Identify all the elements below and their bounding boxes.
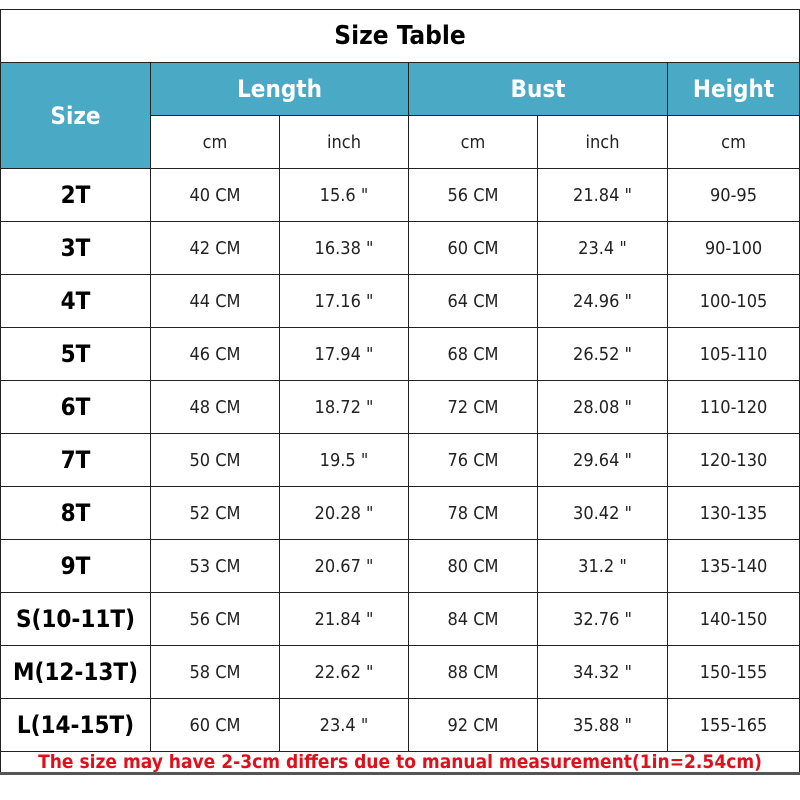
cell-bust-inch: 30.42 " <box>537 486 668 540</box>
table-row: 6T 48 CM 18.72 " 72 CM 28.08 " 110-120 <box>0 380 800 434</box>
size-table: Size Table Size Length Bust Height cm in… <box>0 9 800 775</box>
cell-length-inch: 16.38 " <box>279 221 409 275</box>
table-row: L(14-15T) 60 CM 23.4 " 92 CM 35.88 " 155-165 <box>0 698 800 752</box>
cell-height-cm: 105-110 <box>666 327 800 381</box>
cell-size: 7T <box>0 433 151 487</box>
cell-height-cm: 90-100 <box>666 221 800 275</box>
unit-bust-cm: cm <box>408 115 538 169</box>
header-bust: Bust <box>408 62 668 116</box>
cell-length-inch: 15.6 " <box>279 168 409 222</box>
table-row: 9T 53 CM 20.67 " 80 CM 31.2 " 135-140 <box>0 539 800 593</box>
cell-bust-cm: 78 CM <box>408 486 538 540</box>
cell-length-cm: 46 CM <box>150 327 280 381</box>
table-row: 4T 44 CM 17.16 " 64 CM 24.96 " 100-105 <box>0 274 800 328</box>
cell-height-cm: 110-120 <box>666 380 800 434</box>
cell-bust-inch: 28.08 " <box>537 380 668 434</box>
cell-length-inch: 17.94 " <box>279 327 409 381</box>
cell-bust-inch: 35.88 " <box>537 698 668 752</box>
cell-size: 9T <box>0 539 151 593</box>
cell-length-cm: 48 CM <box>150 380 280 434</box>
table-row: 8T 52 CM 20.28 " 78 CM 30.42 " 130-135 <box>0 486 800 540</box>
measurement-note: The size may have 2-3cm differs due to m… <box>0 751 800 775</box>
table-row: 3T 42 CM 16.38 " 60 CM 23.4 " 90-100 <box>0 221 800 275</box>
cell-bust-cm: 88 CM <box>408 645 538 699</box>
cell-height-cm: 155-165 <box>666 698 800 752</box>
cell-height-cm: 130-135 <box>666 486 800 540</box>
cell-length-cm: 52 CM <box>150 486 280 540</box>
cell-length-cm: 42 CM <box>150 221 280 275</box>
unit-length-cm: cm <box>150 115 280 169</box>
header-height: Height <box>666 62 800 116</box>
table-row: 5T 46 CM 17.94 " 68 CM 26.52 " 105-110 <box>0 327 800 381</box>
cell-size: 3T <box>0 221 151 275</box>
cell-size: 5T <box>0 327 151 381</box>
cell-length-cm: 50 CM <box>150 433 280 487</box>
cell-length-inch: 19.5 " <box>279 433 409 487</box>
cell-length-inch: 17.16 " <box>279 274 409 328</box>
cell-length-cm: 56 CM <box>150 592 280 646</box>
cell-bust-inch: 34.32 " <box>537 645 668 699</box>
cell-height-cm: 90-95 <box>666 168 800 222</box>
cell-length-inch: 20.67 " <box>279 539 409 593</box>
cell-bust-inch: 29.64 " <box>537 433 668 487</box>
table-row: S(10-11T) 56 CM 21.84 " 84 CM 32.76 " 140-150 <box>0 592 800 646</box>
unit-height-cm: cm <box>666 115 800 169</box>
cell-bust-inch: 31.2 " <box>537 539 668 593</box>
cell-size: 6T <box>0 380 151 434</box>
cell-length-cm: 44 CM <box>150 274 280 328</box>
cell-height-cm: 100-105 <box>666 274 800 328</box>
cell-height-cm: 120-130 <box>666 433 800 487</box>
cell-bust-inch: 26.52 " <box>537 327 668 381</box>
cell-size: 4T <box>0 274 151 328</box>
header-row: Size Length Bust Height <box>0 62 800 169</box>
cell-length-cm: 60 CM <box>150 698 280 752</box>
cell-size: M(12-13T) <box>0 645 151 699</box>
table-row: M(12-13T) 58 CM 22.62 " 88 CM 34.32 " 150-155 <box>0 645 800 699</box>
table-row: 7T 50 CM 19.5 " 76 CM 29.64 " 120-130 <box>0 433 800 487</box>
cell-size: L(14-15T) <box>0 698 151 752</box>
cell-length-cm: 53 CM <box>150 539 280 593</box>
size-table-container: Size Table Size Length Bust Height cm in… <box>0 9 800 775</box>
header-length: Length <box>150 62 409 116</box>
header-size: Size <box>0 62 151 169</box>
cell-length-inch: 21.84 " <box>279 592 409 646</box>
table-title: Size Table <box>0 9 800 63</box>
cell-bust-cm: 92 CM <box>408 698 538 752</box>
cell-size: 2T <box>0 168 151 222</box>
cell-bust-inch: 24.96 " <box>537 274 668 328</box>
cell-bust-cm: 60 CM <box>408 221 538 275</box>
cell-bust-cm: 56 CM <box>408 168 538 222</box>
cell-length-cm: 40 CM <box>150 168 280 222</box>
unit-bust-inch: inch <box>537 115 668 169</box>
note-row: The size may have 2-3cm differs due to m… <box>0 751 800 775</box>
cell-length-cm: 58 CM <box>150 645 280 699</box>
cell-bust-inch: 32.76 " <box>537 592 668 646</box>
cell-bust-inch: 21.84 " <box>537 168 668 222</box>
cell-bust-cm: 68 CM <box>408 327 538 381</box>
cell-length-inch: 18.72 " <box>279 380 409 434</box>
cell-bust-cm: 84 CM <box>408 592 538 646</box>
cell-length-inch: 23.4 " <box>279 698 409 752</box>
table-row: 2T 40 CM 15.6 " 56 CM 21.84 " 90-95 <box>0 168 800 222</box>
cell-height-cm: 135-140 <box>666 539 800 593</box>
cell-length-inch: 20.28 " <box>279 486 409 540</box>
cell-bust-cm: 64 CM <box>408 274 538 328</box>
unit-length-inch: inch <box>279 115 409 169</box>
cell-bust-cm: 72 CM <box>408 380 538 434</box>
cell-size: 8T <box>0 486 151 540</box>
cell-height-cm: 150-155 <box>666 645 800 699</box>
cell-size: S(10-11T) <box>0 592 151 646</box>
cell-length-inch: 22.62 " <box>279 645 409 699</box>
cell-bust-cm: 76 CM <box>408 433 538 487</box>
title-row: Size Table <box>0 9 800 63</box>
cell-bust-inch: 23.4 " <box>537 221 668 275</box>
cell-bust-cm: 80 CM <box>408 539 538 593</box>
cell-height-cm: 140-150 <box>666 592 800 646</box>
